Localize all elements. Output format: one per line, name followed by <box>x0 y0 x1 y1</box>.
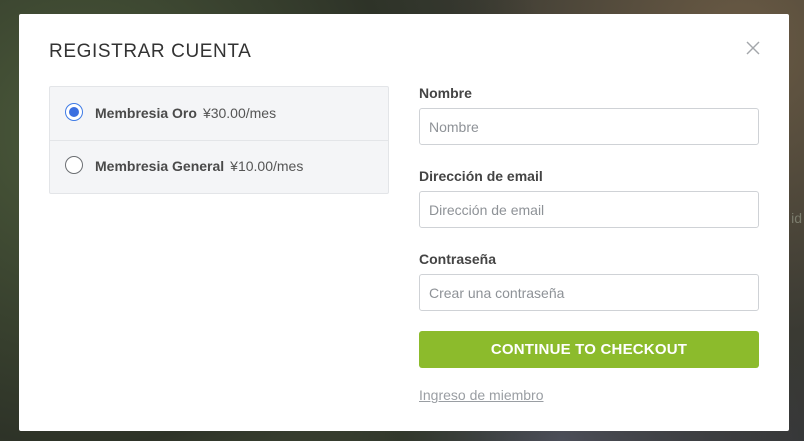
plan-label: Membresia Oro ¥30.00/mes <box>95 105 276 121</box>
password-input[interactable] <box>419 274 759 311</box>
membership-plans: Membresia Oro ¥30.00/mes Membresia Genera… <box>49 86 389 194</box>
member-login-link[interactable]: Ingreso de miembro <box>419 387 544 403</box>
register-modal: REGISTRAR CUENTA Membresia Oro ¥30.00/mes… <box>19 14 789 431</box>
password-label: Contraseña <box>419 251 497 267</box>
radio-button[interactable] <box>65 156 83 174</box>
close-button[interactable] <box>745 40 761 56</box>
plan-label: Membresia General ¥10.00/mes <box>95 158 303 174</box>
radio-button-selected[interactable] <box>65 103 83 121</box>
plan-option-oro[interactable]: Membresia Oro ¥30.00/mes <box>50 87 388 141</box>
background-text-fragment: id <box>791 210 802 226</box>
email-input[interactable] <box>419 191 759 228</box>
email-label: Dirección de email <box>419 168 543 184</box>
modal-title: REGISTRAR CUENTA <box>49 41 252 62</box>
name-label: Nombre <box>419 85 472 101</box>
name-input[interactable] <box>419 108 759 145</box>
plan-price: ¥30.00/mes <box>202 105 277 121</box>
continue-to-checkout-button[interactable]: CONTINUE TO CHECKOUT <box>419 331 759 368</box>
plan-name: Membresia Oro <box>95 105 197 121</box>
plan-option-general[interactable]: Membresia General ¥10.00/mes <box>50 140 388 193</box>
plan-price: ¥10.00/mes <box>230 158 304 174</box>
plan-name: Membresia General <box>95 158 225 174</box>
close-icon <box>746 41 760 55</box>
